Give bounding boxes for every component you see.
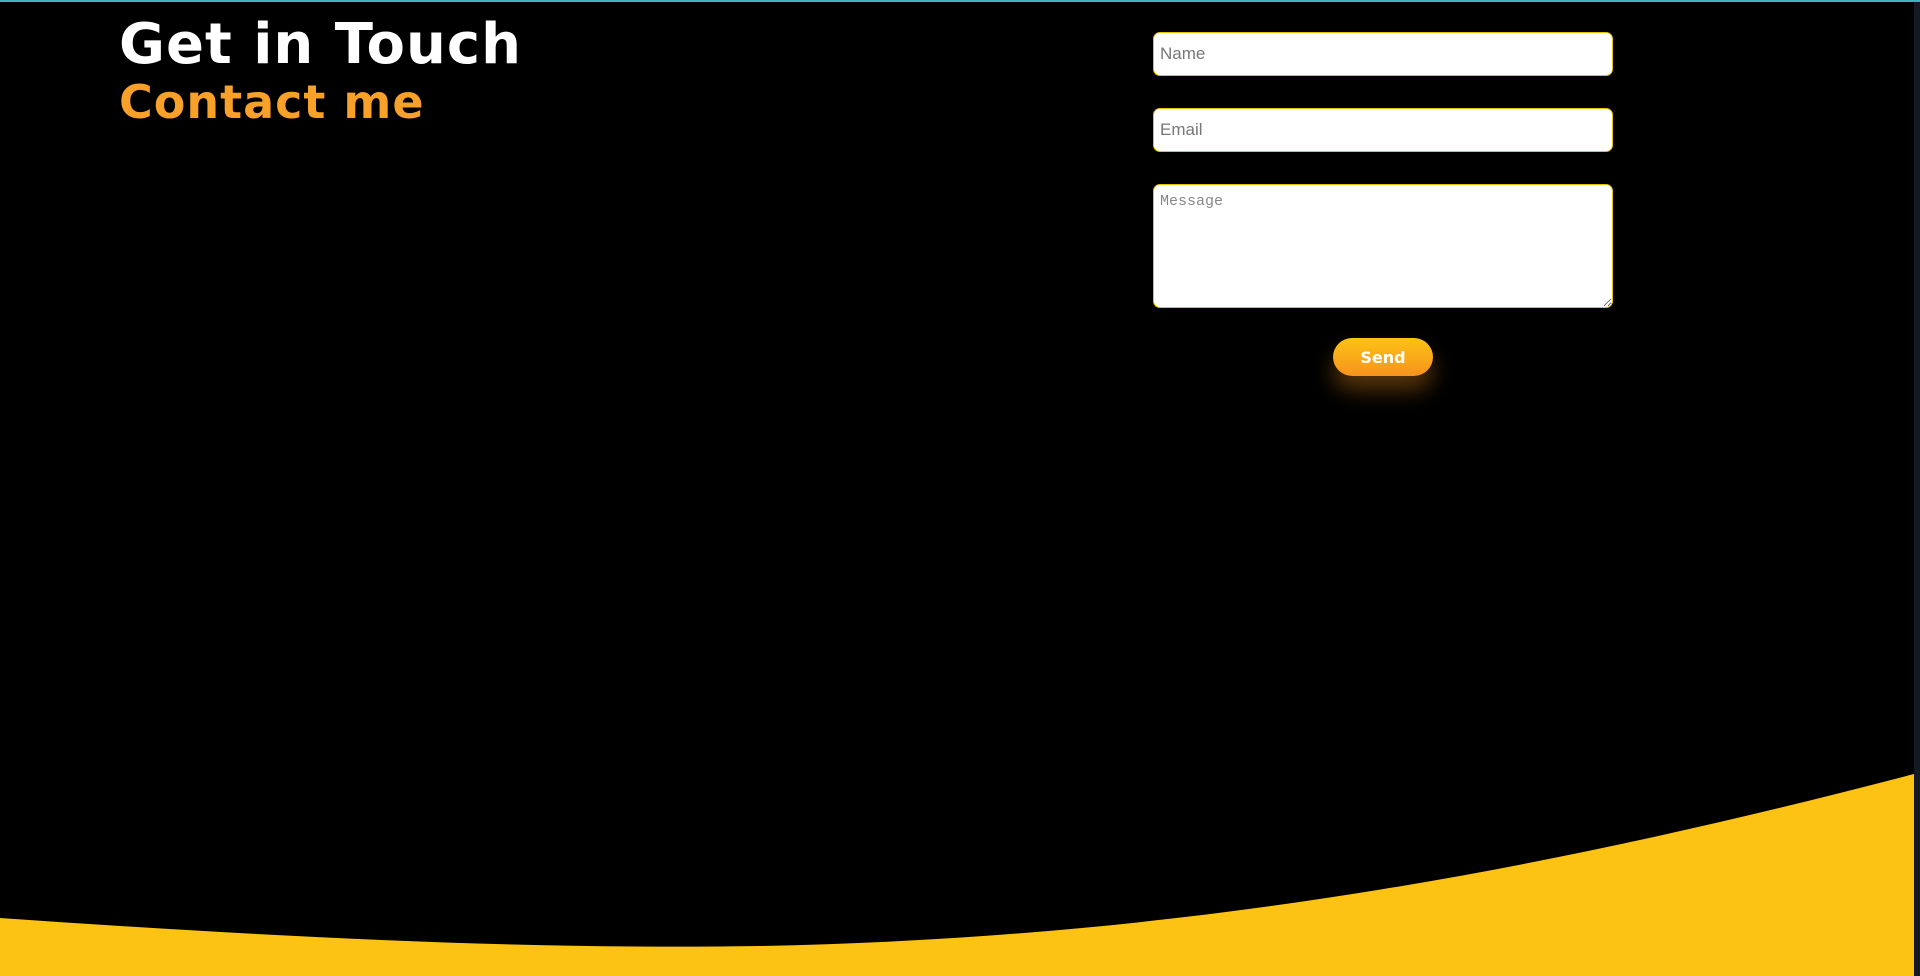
page-scrollbar[interactable] — [1914, 2, 1920, 976]
send-button[interactable]: Send — [1333, 338, 1433, 376]
message-textarea[interactable] — [1153, 184, 1613, 308]
page-title: Get in Touch — [119, 12, 522, 77]
name-input[interactable] — [1153, 32, 1613, 76]
top-accent-line — [0, 0, 1920, 2]
email-input[interactable] — [1153, 108, 1613, 152]
footer-wave-shape — [0, 774, 1914, 976]
send-button-wrapper: Send — [1153, 338, 1613, 376]
footer-wave — [0, 774, 1914, 976]
contact-form: Send — [1153, 32, 1613, 376]
heading-block: Get in Touch Contact me — [119, 12, 522, 129]
page-subtitle: Contact me — [119, 75, 425, 129]
